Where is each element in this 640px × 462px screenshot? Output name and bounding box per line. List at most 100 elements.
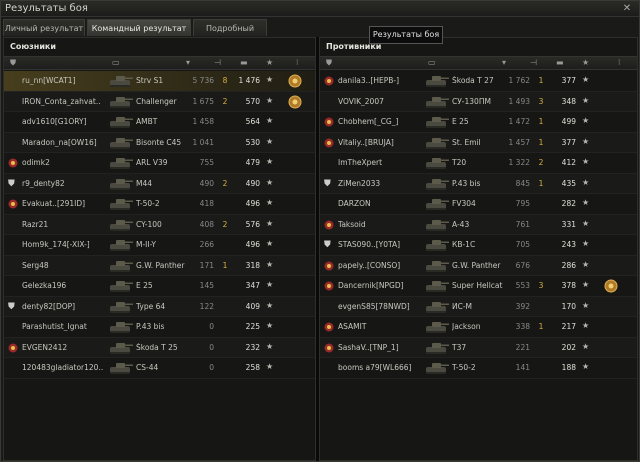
squad-column-icon[interactable]: ⛊ [326, 58, 332, 68]
star-icon: ★ [266, 321, 274, 330]
star-icon: ★ [266, 280, 274, 289]
player-name: Hom9k_174[-XIX-] [22, 240, 90, 249]
experience-value: 755 [199, 158, 214, 167]
damage-value: 564 [245, 117, 260, 126]
player-name: danila3..[HEPB-] [338, 76, 400, 85]
damage-value: 496 [245, 199, 260, 208]
platoon-shield-icon: ⛊ [324, 240, 331, 250]
player-row[interactable]: SashaV..[TNP_1] T37 221 202 ★ [320, 338, 637, 358]
player-row[interactable]: odimk2 ARL V39 755 479 ★ [4, 153, 315, 174]
player-row[interactable]: ⛊ r9_denty82 M44 490 2 490 ★ [4, 174, 315, 194]
medal-icon[interactable] [287, 94, 303, 110]
damage-value: 576 [245, 219, 260, 229]
player-row[interactable]: ⛊ denty82[DOP] Type 64 122 409 ★ [4, 297, 315, 317]
player-row[interactable]: 120483gladiator120.. CS-44 0 258 ★ [4, 358, 315, 379]
tab-team-result[interactable]: Командный результат [87, 19, 191, 36]
star-icon: ★ [266, 362, 274, 371]
player-row[interactable]: Hom9k_174[-XIX-] M-II-Y 266 496 ★ [4, 235, 315, 256]
tank-column-icon[interactable]: ▭ [112, 58, 120, 67]
player-row[interactable]: Serg48 G.W. Panther 171 1 318 ★ [4, 256, 315, 276]
info-column-icon[interactable]: ⁝ [296, 58, 299, 67]
squad-column-icon[interactable]: ⛊ [10, 58, 16, 68]
player-name: denty82[DOP] [22, 301, 76, 311]
kills-value: 3 [538, 281, 544, 290]
star-icon: ★ [582, 95, 590, 105]
player-row[interactable]: evgenS85[78NWD] ИС-М 392 170 ★ [320, 297, 637, 317]
clan-emblem-icon [8, 343, 18, 352]
damage-value: 202 [561, 342, 576, 352]
experience-value: 676 [515, 260, 530, 270]
star-icon: ★ [582, 239, 590, 248]
star-icon: ★ [582, 362, 590, 371]
damage-column-icon[interactable]: ▬ [240, 58, 248, 67]
tank-icon [110, 260, 133, 272]
kills-column-icon[interactable]: ⊣ [530, 58, 537, 67]
sort-chevron-icon[interactable]: ▾ [502, 58, 506, 67]
player-row[interactable]: Maradon_na[OW16] Bisonte C45 1 041 530 ★ [4, 133, 315, 153]
medal-icon[interactable] [287, 73, 303, 89]
star-column-icon[interactable]: ★ [582, 58, 589, 67]
player-row[interactable]: Vitaliy..[BRUJA] St. Emil 1 457 1 377 ★ [320, 133, 637, 153]
info-column-icon[interactable]: ⁝ [618, 58, 621, 67]
player-row[interactable]: ⛊ ZiMen2033 P.43 bis 845 1 435 ★ [320, 174, 637, 194]
medal-icon[interactable] [603, 278, 619, 294]
tank-icon [110, 281, 133, 292]
player-name: Maradon_na[OW16] [22, 137, 97, 147]
player-row[interactable]: Razr21 CY-100 408 2 576 ★ [4, 215, 315, 235]
player-row[interactable]: ⛊ STAS090..[Y0TA] КВ-1С 705 243 ★ [320, 235, 637, 256]
player-row[interactable]: DARZON FV304 795 282 ★ [320, 194, 637, 215]
player-row[interactable]: danila3..[HEPB-] Škoda T 27 1 762 1 377 ★ [320, 71, 637, 92]
damage-column-icon[interactable]: ▬ [556, 58, 564, 67]
tank-column-icon[interactable]: ▭ [428, 58, 436, 67]
experience-value: 418 [199, 199, 214, 208]
tank-icon [426, 322, 449, 333]
player-row[interactable]: EVGEN2412 Škoda T 25 0 232 ★ [4, 338, 315, 358]
player-row[interactable]: ru_nn[WCAT1] Strv S1 5 736 8 1 476 ★ [4, 71, 315, 92]
player-row[interactable]: Parashutist_Ignat P.43 bis 0 225 ★ [4, 317, 315, 338]
damage-value: 490 [245, 178, 260, 188]
player-name: Gelezka196 [22, 281, 67, 290]
kills-value: 1 [222, 260, 228, 270]
player-row[interactable]: IRON_Conta_zahvat.. Challenger 1 675 2 570 ★ [4, 92, 315, 112]
player-row[interactable]: Dancernik[NPGD] Super Hellcat 553 3 378 ★ [320, 276, 637, 297]
star-column-icon[interactable]: ★ [266, 58, 273, 67]
experience-value: 1 675 [192, 96, 214, 106]
kills-value: 1 [538, 137, 544, 147]
kills-value: 1 [538, 76, 544, 85]
star-icon: ★ [582, 300, 590, 310]
player-row[interactable]: Taksoid A-43 761 331 ★ [320, 215, 637, 235]
player-row[interactable]: VOVIK_2007 СУ-130ПМ 1 493 3 348 ★ [320, 92, 637, 112]
clan-emblem-icon [324, 343, 334, 352]
player-row[interactable]: Evakuat..[291ID] T-50-2 418 496 ★ [4, 194, 315, 215]
damage-value: 496 [245, 240, 260, 249]
player-row[interactable]: ASAMIT Jackson 338 1 217 ★ [320, 317, 637, 338]
sort-chevron-icon[interactable]: ▾ [186, 58, 190, 67]
player-row[interactable]: adv1610[G1ORY] AMBT 1 458 564 ★ [4, 112, 315, 133]
experience-value: 1 493 [508, 96, 530, 106]
kills-value: 1 [538, 178, 544, 188]
player-row[interactable]: booms a79[WL666] T-50-2 141 188 ★ [320, 358, 637, 379]
experience-value: 145 [199, 281, 214, 290]
tank-icon [426, 117, 449, 128]
tank-icon [426, 178, 449, 190]
player-row[interactable]: Chobhem[_CG_] E 25 1 472 1 499 ★ [320, 112, 637, 133]
tab-personal-result[interactable]: Личный результат [3, 19, 85, 36]
damage-value: 347 [245, 281, 260, 290]
player-name: ImTheXpert [338, 158, 383, 167]
damage-value: 378 [561, 281, 576, 290]
tank-icon [110, 199, 133, 210]
damage-value: 232 [245, 342, 260, 352]
player-row[interactable]: Gelezka196 E 25 145 347 ★ [4, 276, 315, 297]
star-icon: ★ [266, 198, 274, 207]
experience-value: 0 [209, 342, 214, 352]
kills-value: 2 [222, 178, 228, 188]
player-row[interactable]: ImTheXpert T20 1 322 2 412 ★ [320, 153, 637, 174]
player-name: evgenS85[78NWD] [338, 301, 410, 311]
clan-emblem-icon [324, 220, 334, 229]
kills-column-icon[interactable]: ⊣ [214, 58, 221, 67]
tab-detailed-report[interactable]: Подробный отчёт [193, 19, 267, 50]
experience-value: 0 [209, 322, 214, 331]
close-icon[interactable]: ✕ [621, 3, 633, 15]
player-row[interactable]: papely..[CONSO] G.W. Panther 676 286 ★ [320, 256, 637, 276]
experience-value: 1 322 [508, 158, 530, 167]
